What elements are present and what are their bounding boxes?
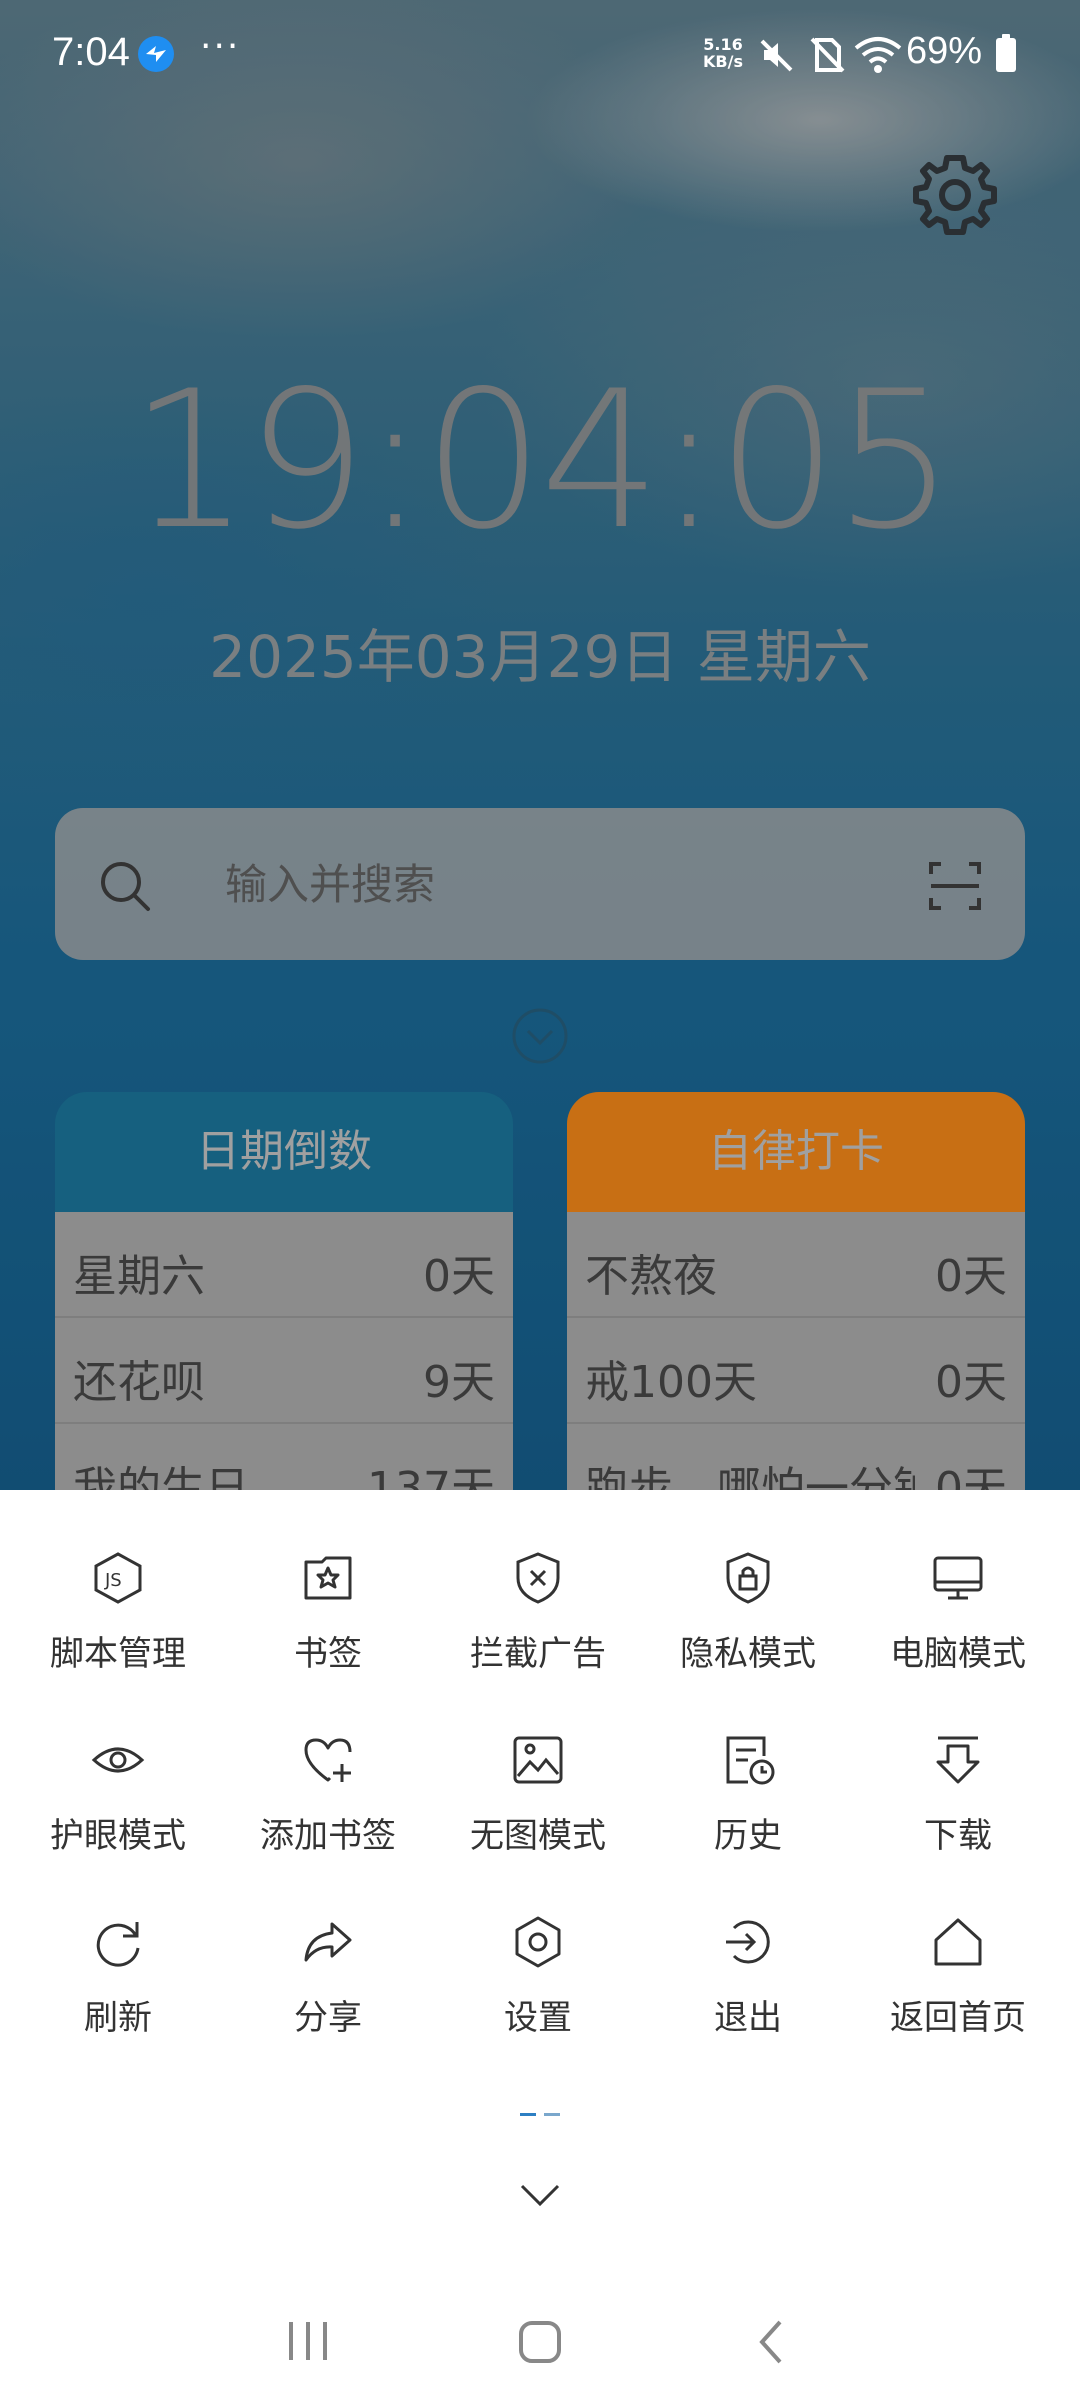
refresh-icon — [96, 1922, 140, 1967]
card-title: 自律打卡 — [567, 1092, 1025, 1212]
menu-item-label: 分享 — [294, 1998, 362, 2038]
no-image-icon — [513, 1736, 563, 1784]
list-item[interactable]: 不熬夜 0天 — [567, 1212, 1025, 1318]
item-name: 不熬夜 — [585, 1251, 717, 1302]
menu-item-label: 无图模式 — [470, 1816, 606, 1856]
menu-item-label: 护眼模式 — [50, 1816, 186, 1856]
page-dot — [544, 2113, 560, 2116]
recent-apps-icon[interactable] — [285, 2318, 331, 2368]
gear-icon[interactable] — [910, 150, 1000, 240]
item-value: 0天 — [935, 1251, 1007, 1302]
clock-date: 2025年03月29日 星期六 — [209, 623, 871, 691]
js-script-icon: JS — [94, 1552, 142, 1604]
more-notifications-icon: ··· — [200, 26, 241, 67]
browser-menu-sheet: JS 脚本管理 书签 拦截广告 隐私模式 电脑模式 护眼模式 添加书签 无图模式… — [0, 1490, 1080, 2400]
battery-percent: 69% — [906, 30, 983, 72]
item-name: 戒100天 — [585, 1357, 757, 1408]
page-dot-active — [520, 2113, 536, 2116]
list-item[interactable]: 还花呗 9天 — [55, 1318, 513, 1424]
menu-item-settings[interactable]: 设置 — [433, 1914, 643, 2074]
eye-icon — [91, 1747, 145, 1773]
bird-notification-icon — [138, 36, 174, 72]
battery-icon — [996, 34, 1016, 72]
download-icon — [936, 1736, 980, 1784]
menu-item-label: 下载 — [924, 1816, 992, 1856]
system-navigation-bar — [0, 2300, 1080, 2400]
no-sim-icon — [808, 36, 846, 78]
menu-item-label: 退出 — [714, 1998, 782, 2038]
network-speed-value: 5.16 — [703, 35, 743, 54]
list-item[interactable]: 戒100天 0天 — [567, 1318, 1025, 1424]
menu-item-label: 脚本管理 — [50, 1634, 186, 1674]
mute-icon — [758, 36, 796, 78]
back-icon[interactable] — [752, 2318, 792, 2370]
menu-item-add-bookmark[interactable]: 添加书签 — [223, 1732, 433, 1892]
menu-item-label: 拦截广告 — [470, 1634, 606, 1674]
menu-item-refresh[interactable]: 刷新 — [13, 1914, 223, 2074]
bookmark-folder-icon — [304, 1556, 352, 1600]
menu-item-label: 添加书签 — [260, 1816, 396, 1856]
page-indicator — [520, 2113, 560, 2117]
home-button-icon[interactable] — [516, 2318, 564, 2370]
menu-item-label: 设置 — [504, 1998, 572, 2038]
share-icon — [304, 1922, 352, 1962]
menu-item-ad-block[interactable]: 拦截广告 — [433, 1550, 643, 1710]
menu-item-eye-care-mode[interactable]: 护眼模式 — [13, 1732, 223, 1892]
menu-item-privacy-mode[interactable]: 隐私模式 — [643, 1550, 853, 1710]
search-icon[interactable] — [97, 858, 153, 918]
menu-item-no-image-mode[interactable]: 无图模式 — [433, 1732, 643, 1892]
wifi-icon — [854, 36, 902, 78]
item-name: 星期六 — [73, 1251, 205, 1302]
menu-item-bookmarks[interactable]: 书签 — [223, 1550, 433, 1710]
menu-item-label: 书签 — [294, 1634, 362, 1674]
svg-text:JS: JS — [104, 1570, 122, 1591]
clock-time: 19:04:05 — [129, 350, 954, 571]
menu-item-label: 返回首页 — [890, 1998, 1026, 2038]
item-value: 0天 — [423, 1251, 495, 1302]
menu-item-home[interactable]: 返回首页 — [853, 1914, 1063, 2074]
network-speed-unit: KB/s — [703, 52, 743, 71]
menu-item-share[interactable]: 分享 — [223, 1914, 433, 2074]
exit-icon — [726, 1920, 770, 1964]
ad-block-shield-icon — [516, 1552, 560, 1604]
menu-item-exit[interactable]: 退出 — [643, 1914, 853, 2074]
heart-plus-icon — [304, 1738, 352, 1782]
desktop-monitor-icon — [933, 1556, 983, 1600]
search-input[interactable] — [225, 808, 925, 960]
collapse-menu-chevron-icon[interactable] — [516, 2180, 564, 2214]
menu-item-label: 历史 — [714, 1816, 782, 1856]
status-bar: 7:04 ··· 5.16 KB/s 69% — [0, 0, 1080, 110]
privacy-lock-shield-icon — [726, 1552, 770, 1604]
list-item[interactable]: 星期六 0天 — [55, 1212, 513, 1318]
menu-item-script-manager[interactable]: JS 脚本管理 — [13, 1550, 223, 1710]
menu-item-desktop-mode[interactable]: 电脑模式 — [853, 1550, 1063, 1710]
date-countdown-card[interactable]: 日期倒数 星期六 0天 还花呗 9天 我的生日 137天 — [55, 1092, 513, 1512]
home-icon — [934, 1918, 982, 1966]
menu-item-download[interactable]: 下载 — [853, 1732, 1063, 1892]
menu-item-label: 隐私模式 — [680, 1634, 816, 1674]
item-name: 还花呗 — [73, 1357, 205, 1408]
card-title: 日期倒数 — [55, 1092, 513, 1212]
status-time: 7:04 — [52, 30, 130, 74]
search-bar[interactable] — [55, 808, 1025, 960]
history-icon — [726, 1736, 775, 1785]
settings-hexagon-icon — [515, 1916, 561, 1968]
menu-item-label: 刷新 — [84, 1998, 152, 2038]
scan-icon[interactable] — [927, 858, 983, 918]
network-speed: 5.16 KB/s — [698, 36, 748, 70]
expand-chevron-icon[interactable] — [510, 1006, 570, 1070]
self-discipline-card[interactable]: 自律打卡 不熬夜 0天 戒100天 0天 跑步，哪怕一分钟 0天 — [567, 1092, 1025, 1512]
item-value: 0天 — [935, 1357, 1007, 1408]
menu-item-label: 电脑模式 — [890, 1634, 1026, 1674]
menu-item-history[interactable]: 历史 — [643, 1732, 853, 1892]
item-value: 9天 — [423, 1357, 495, 1408]
